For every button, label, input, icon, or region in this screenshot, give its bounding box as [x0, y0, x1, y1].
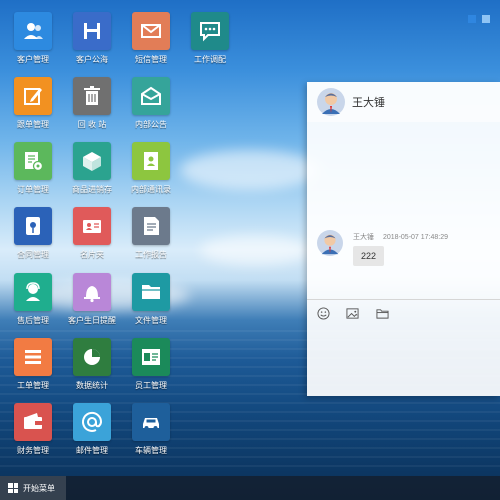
desktop-app[interactable]: 文件管理 — [121, 273, 181, 333]
message-sender: 王大锤 — [353, 234, 374, 241]
desktop-app[interactable]: 客户公海 — [62, 12, 122, 72]
desktop-app-label: 员工管理 — [135, 381, 167, 390]
window-controls — [462, 10, 490, 28]
chat-bubble-icon — [191, 12, 229, 50]
desktop-app-label: 合同管理 — [17, 250, 49, 259]
support-icon — [14, 273, 52, 311]
desktop-app-label: 车辆管理 — [135, 446, 167, 455]
desktop-app[interactable]: 财务管理 — [3, 403, 63, 463]
taskbar: 开始菜单 — [0, 476, 500, 500]
desktop-app[interactable]: 短信管理 — [121, 12, 181, 72]
desktop-app[interactable]: 数据统计 — [62, 338, 122, 398]
image-icon[interactable] — [346, 307, 359, 320]
desktop-app-label: 回 收 站 — [77, 120, 107, 129]
message-time: 2018-05-07 17:48:29 — [383, 234, 448, 241]
wallet-icon — [14, 403, 52, 441]
message-bubble: 222 — [353, 246, 385, 266]
desktop-app[interactable]: 跟单管理 — [3, 77, 63, 137]
folder-icon[interactable] — [376, 307, 389, 320]
desktop-app[interactable]: 订单管理 — [3, 142, 63, 202]
desktop-app-label: 客户公海 — [76, 55, 108, 64]
desktop-app-label: 内部通讯录 — [131, 185, 171, 194]
desktop-app-label: 客户生日提醒 — [68, 316, 116, 325]
folder-icon — [132, 273, 170, 311]
edit-icon — [14, 77, 52, 115]
divider — [307, 299, 500, 300]
chat-contact-name: 王大锤 — [352, 97, 385, 109]
order-icon — [14, 142, 52, 180]
desktop-app[interactable]: 内部通讯录 — [121, 142, 181, 202]
mail-icon — [132, 12, 170, 50]
desktop-app[interactable]: 客户管理 — [3, 12, 63, 72]
cloud — [180, 150, 320, 190]
start-menu-button[interactable]: 开始菜单 — [0, 476, 66, 500]
car-icon — [132, 403, 170, 441]
avatar[interactable] — [317, 88, 345, 116]
pie-chart-icon — [73, 338, 111, 376]
address-book-icon — [132, 142, 170, 180]
cloud — [200, 235, 310, 265]
contacts-icon — [14, 12, 52, 50]
desktop-app[interactable]: 客户生日提醒 — [62, 273, 122, 333]
desktop-app-label: 数据统计 — [76, 381, 108, 390]
start-menu-label: 开始菜单 — [23, 483, 55, 493]
chat-header: 王大锤 — [307, 82, 500, 122]
desktop-app[interactable]: 内部公告 — [121, 77, 181, 137]
trash-icon — [73, 77, 111, 115]
bell-icon — [73, 273, 111, 311]
chat-window[interactable]: 王大锤 王大锤 2018-05-07 17:48:29 222 — [307, 82, 500, 396]
desktop-app-label: 文件管理 — [135, 316, 167, 325]
desktop-app-label: 客户管理 — [17, 55, 49, 64]
message-meta: 王大锤 2018-05-07 17:48:29 — [353, 232, 457, 242]
business-card-icon — [73, 207, 111, 245]
desktop-app-label: 售后管理 — [17, 316, 49, 325]
desktop-app[interactable]: 售后管理 — [3, 273, 63, 333]
desktop-app[interactable]: 工作报告 — [121, 207, 181, 267]
contract-icon — [14, 207, 52, 245]
save-icon — [73, 12, 111, 50]
report-icon — [132, 207, 170, 245]
window-indicator-icon[interactable] — [468, 15, 476, 23]
desktop-app-label: 跟单管理 — [17, 120, 49, 129]
desktop-app-label: 工作报告 — [135, 250, 167, 259]
desktop-app[interactable]: 商品进销存 — [62, 142, 122, 202]
avatar — [317, 230, 343, 256]
desktop-app-label: 工作调配 — [194, 55, 226, 64]
desktop-app[interactable]: 名片夹 — [62, 207, 122, 267]
desktop-app-label: 邮件管理 — [76, 446, 108, 455]
desktop-app[interactable]: 回 收 站 — [62, 77, 122, 137]
windows-logo-icon — [8, 483, 18, 493]
box-icon — [73, 142, 111, 180]
desktop-app[interactable]: 合同管理 — [3, 207, 63, 267]
window-indicator-icon[interactable] — [482, 15, 490, 23]
desktop-app[interactable]: 员工管理 — [121, 338, 181, 398]
desktop-app-label: 短信管理 — [135, 55, 167, 64]
desktop-app-label: 财务管理 — [17, 446, 49, 455]
desktop-app-label: 名片夹 — [80, 250, 104, 259]
list-icon — [14, 338, 52, 376]
desktop-app-label: 订单管理 — [17, 185, 49, 194]
chat-toolbar — [317, 305, 401, 323]
desktop-app[interactable]: 工单管理 — [3, 338, 63, 398]
desktop-app-label: 工单管理 — [17, 381, 49, 390]
at-sign-icon — [73, 403, 111, 441]
envelope-open-icon — [132, 77, 170, 115]
desktop-app-label: 内部公告 — [135, 120, 167, 129]
desktop-app[interactable]: 工作调配 — [180, 12, 240, 72]
desktop-app-label: 商品进销存 — [72, 185, 112, 194]
desktop-app[interactable]: 车辆管理 — [121, 403, 181, 463]
desktop-app[interactable]: 邮件管理 — [62, 403, 122, 463]
emoji-icon[interactable] — [317, 307, 330, 320]
employee-card-icon — [132, 338, 170, 376]
